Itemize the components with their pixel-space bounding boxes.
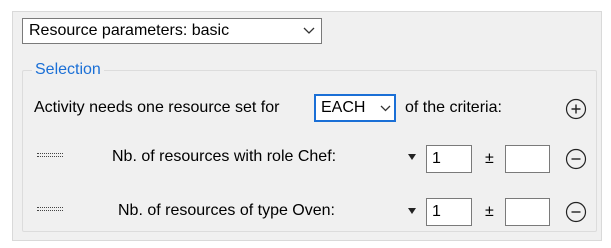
type-oven-tolerance-input[interactable] — [505, 198, 550, 226]
plus-circle-icon — [565, 98, 587, 120]
drag-handle-icon[interactable] — [37, 153, 63, 159]
activity-needs-label: Activity needs one resource set for — [34, 99, 280, 116]
resource-parameters-value: Resource parameters: basic — [29, 22, 230, 39]
type-oven-label: Nb. of resources of type Oven: — [118, 202, 335, 219]
remove-type-oven-button[interactable] — [565, 201, 587, 223]
minus-circle-icon — [565, 148, 587, 170]
type-oven-count-input[interactable]: 1 — [426, 198, 472, 226]
plus-minus-symbol: ± — [485, 203, 494, 220]
role-chef-count-value: 1 — [432, 150, 441, 167]
remove-role-chef-button[interactable] — [565, 148, 587, 170]
caret-down-icon[interactable] — [407, 206, 417, 216]
criteria-mode-value: EACH — [321, 99, 366, 116]
minus-circle-icon — [565, 201, 587, 223]
criteria-suffix-label: of the criteria: — [405, 99, 502, 116]
role-chef-tolerance-input[interactable] — [505, 145, 550, 173]
caret-down-icon[interactable] — [407, 152, 417, 162]
chevron-down-icon — [297, 27, 321, 35]
role-chef-label: Nb. of resources with role Chef: — [112, 148, 337, 165]
drag-handle-icon[interactable] — [37, 207, 63, 213]
plus-minus-symbol: ± — [485, 150, 494, 167]
type-oven-count-value: 1 — [432, 203, 441, 220]
role-chef-count-input[interactable]: 1 — [426, 145, 472, 173]
selection-legend: Selection — [32, 61, 104, 79]
add-criterion-button[interactable] — [565, 98, 587, 120]
chevron-down-icon — [376, 105, 394, 112]
criteria-mode-dropdown[interactable]: EACH — [314, 94, 396, 122]
resource-parameters-dropdown[interactable]: Resource parameters: basic — [22, 18, 322, 44]
